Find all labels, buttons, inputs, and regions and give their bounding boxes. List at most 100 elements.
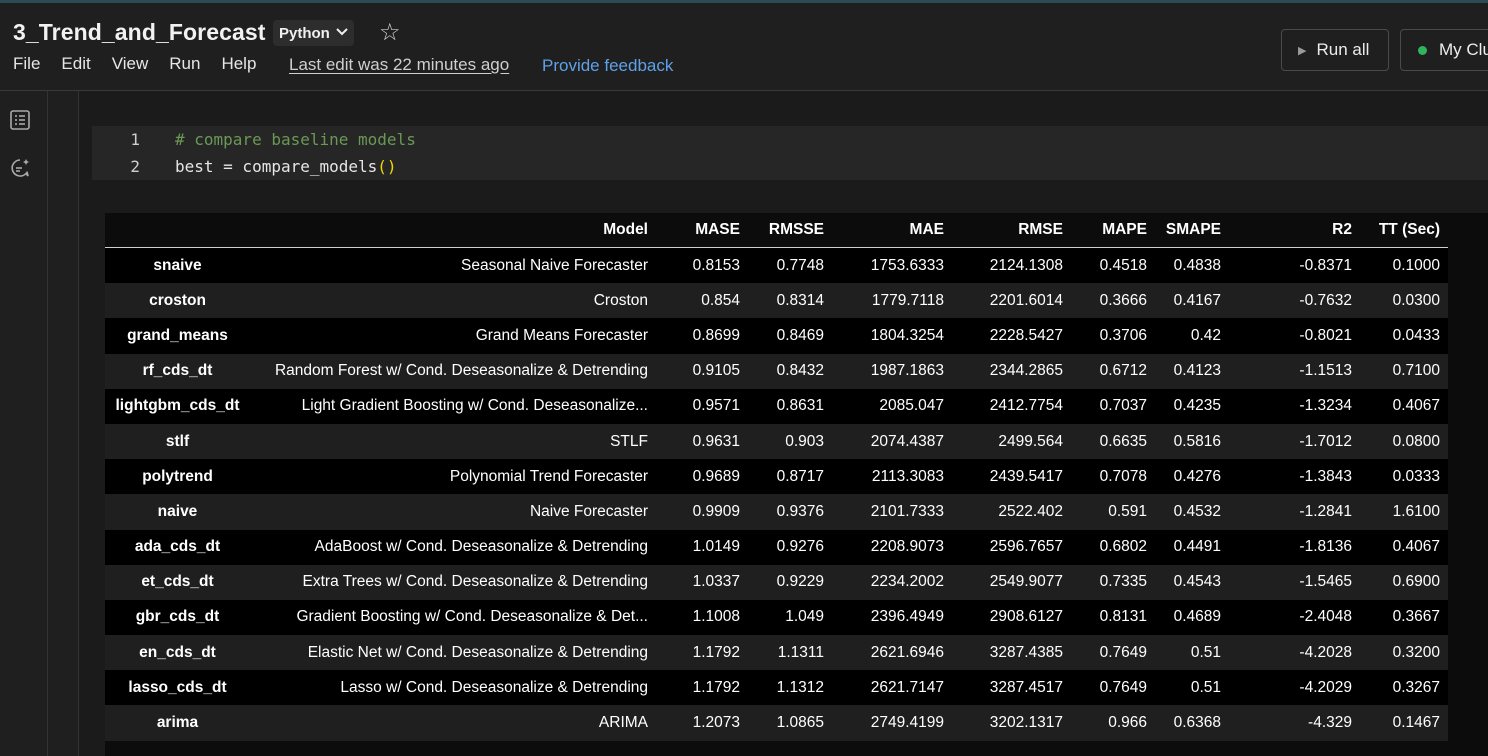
smape-value: 0.51 xyxy=(1147,670,1221,706)
model-name: Croston xyxy=(250,283,656,319)
mae-value: 2085.047 xyxy=(824,388,944,424)
menu-edit[interactable]: Edit xyxy=(61,54,90,74)
rmse-value: 2439.5417 xyxy=(944,459,1063,495)
mae-value: 2208.9073 xyxy=(824,529,944,565)
tt-sec-value: 0.1000 xyxy=(1360,247,1448,284)
rmsse-value: 0.8631 xyxy=(740,388,824,424)
rmsse-value: 1.0865 xyxy=(740,705,824,741)
assistant-chat-icon[interactable] xyxy=(9,157,31,179)
mase-value: 0.8153 xyxy=(656,247,740,284)
mape-value: 0.3666 xyxy=(1063,283,1147,319)
row-index: grand_means xyxy=(105,318,250,354)
tt-sec-value: 0.4067 xyxy=(1360,529,1448,565)
rmse-value: 2412.7754 xyxy=(944,388,1063,424)
results-table: Model MASE RMSSE MAE RMSE MAPE SMAPE R2 … xyxy=(105,213,1448,741)
rmse-value: 2908.6127 xyxy=(944,599,1063,636)
row-index: lightgbm_cds_dt xyxy=(105,388,250,424)
column-header-index xyxy=(105,213,250,248)
last-edit-link[interactable]: Last edit was 22 minutes ago xyxy=(289,55,509,75)
tt-sec-value: 0.4067 xyxy=(1360,388,1448,424)
tt-sec-value: 1.6100 xyxy=(1360,494,1448,530)
language-selector[interactable]: Python xyxy=(273,20,354,46)
smape-value: 0.6368 xyxy=(1147,705,1221,741)
language-label: Python xyxy=(279,24,330,42)
table-of-contents-icon[interactable] xyxy=(9,109,31,131)
cluster-selector[interactable]: My Clu xyxy=(1400,29,1488,71)
mase-value: 1.1792 xyxy=(656,670,740,706)
table-row: snaive Seasonal Naive Forecaster 0.8153 0.7… xyxy=(105,247,1448,284)
rmsse-value: 0.8717 xyxy=(740,459,824,495)
row-index: en_cds_dt xyxy=(105,635,250,671)
mae-value: 2621.6946 xyxy=(824,635,944,671)
menu-help[interactable]: Help xyxy=(221,54,256,74)
tt-sec-value: 0.6900 xyxy=(1360,564,1448,600)
menu-bar: File Edit View Run Help xyxy=(13,54,277,74)
model-name: Gradient Boosting w/ Cond. Deseasonalize… xyxy=(250,599,656,636)
mape-value: 0.7649 xyxy=(1063,670,1147,706)
model-name: Elastic Net w/ Cond. Deseasonalize & Det… xyxy=(250,635,656,671)
notebook-header: 3_Trend_and_Forecast Python ☆ File Edit … xyxy=(0,3,1488,91)
chevron-down-icon xyxy=(336,27,348,39)
rmse-value: 2596.7657 xyxy=(944,529,1063,565)
provide-feedback-link[interactable]: Provide feedback xyxy=(542,56,673,76)
row-index: gbr_cds_dt xyxy=(105,599,250,636)
mase-value: 1.2073 xyxy=(656,705,740,741)
smape-value: 0.42 xyxy=(1147,318,1221,354)
model-name: Light Gradient Boosting w/ Cond. Deseaso… xyxy=(250,388,656,424)
smape-value: 0.4491 xyxy=(1147,529,1221,565)
smape-value: 0.4276 xyxy=(1147,459,1221,495)
rmsse-value: 1.1312 xyxy=(740,670,824,706)
column-header-smape: SMAPE xyxy=(1147,213,1221,248)
menu-run[interactable]: Run xyxy=(169,54,200,74)
notebook-title[interactable]: 3_Trend_and_Forecast xyxy=(13,19,266,46)
model-name: Random Forest w/ Cond. Deseasonalize & D… xyxy=(250,353,656,389)
tt-sec-value: 0.0800 xyxy=(1360,423,1448,460)
mape-value: 0.6712 xyxy=(1063,353,1147,389)
smape-value: 0.4123 xyxy=(1147,353,1221,389)
row-index: lasso_cds_dt xyxy=(105,670,250,706)
r2-value: -4.329 xyxy=(1221,705,1360,741)
run-all-button[interactable]: ▶ Run all xyxy=(1281,29,1389,71)
r2-value: -0.8021 xyxy=(1221,318,1360,354)
column-header-rmse: RMSE xyxy=(944,213,1063,248)
tt-sec-value: 0.7100 xyxy=(1360,353,1448,389)
row-index: et_cds_dt xyxy=(105,564,250,600)
rmse-value: 3287.4517 xyxy=(944,670,1063,706)
r2-value: -1.7012 xyxy=(1221,423,1360,460)
menu-view[interactable]: View xyxy=(112,54,149,74)
table-row: ada_cds_dt AdaBoost w/ Cond. Deseasonaliz… xyxy=(105,529,1448,565)
mase-value: 1.0337 xyxy=(656,564,740,600)
code-line: 2 best = compare_models() xyxy=(92,153,1488,180)
model-name: Polynomial Trend Forecaster xyxy=(250,459,656,495)
column-header-mase: MASE xyxy=(656,213,740,248)
rmsse-value: 0.9376 xyxy=(740,494,824,530)
star-icon[interactable]: ☆ xyxy=(379,18,401,47)
r2-value: -1.5465 xyxy=(1221,564,1360,600)
r2-value: -0.8371 xyxy=(1221,247,1360,284)
smape-value: 0.4167 xyxy=(1147,283,1221,319)
mape-value: 0.7078 xyxy=(1063,459,1147,495)
play-icon: ▶ xyxy=(1298,44,1307,57)
rmsse-value: 1.049 xyxy=(740,599,824,636)
model-name: Seasonal Naive Forecaster xyxy=(250,247,656,284)
rmsse-value: 0.9276 xyxy=(740,529,824,565)
table-row: stlf STLF 0.9631 0.903 2074.4387 2499.564 0.66… xyxy=(105,423,1448,460)
code-cell[interactable]: 1 # compare baseline models 2 best = com… xyxy=(92,126,1488,180)
model-name: Lasso w/ Cond. Deseasonalize & Detrendin… xyxy=(250,670,656,706)
rmsse-value: 0.903 xyxy=(740,423,824,460)
table-row: lightgbm_cds_dt Light Gradient Boosting w… xyxy=(105,388,1448,424)
smape-value: 0.4689 xyxy=(1147,599,1221,636)
mape-value: 0.6635 xyxy=(1063,423,1147,460)
model-name: STLF xyxy=(250,423,656,460)
mae-value: 2074.4387 xyxy=(824,423,944,460)
column-header-model: Model xyxy=(250,213,656,248)
tt-sec-value: 0.3200 xyxy=(1360,635,1448,671)
mape-value: 0.6802 xyxy=(1063,529,1147,565)
smape-value: 0.5816 xyxy=(1147,423,1221,460)
column-header-mae: MAE xyxy=(824,213,944,248)
tt-sec-value: 0.0433 xyxy=(1360,318,1448,354)
row-index: stlf xyxy=(105,423,250,460)
tt-sec-value: 0.1467 xyxy=(1360,705,1448,741)
menu-file[interactable]: File xyxy=(13,54,40,74)
row-index: ada_cds_dt xyxy=(105,529,250,565)
